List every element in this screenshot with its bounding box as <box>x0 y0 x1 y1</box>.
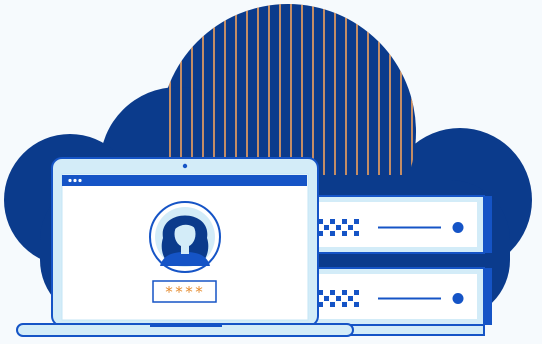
laptop-hinge <box>150 323 222 327</box>
window-dots-icon <box>68 178 82 183</box>
server-unit-bottom <box>299 267 492 326</box>
webcam-icon <box>182 163 188 169</box>
user-avatar-icon <box>149 201 221 273</box>
illustration: **** <box>0 0 542 344</box>
server-led-icon <box>452 222 464 233</box>
cloud-login-illustration: **** <box>4 4 532 337</box>
server-led-icon <box>452 293 464 304</box>
browser-title-bar <box>62 175 307 186</box>
password-mask-text: **** <box>164 283 204 301</box>
server-unit-top <box>299 195 492 254</box>
laptop: **** <box>16 157 354 337</box>
